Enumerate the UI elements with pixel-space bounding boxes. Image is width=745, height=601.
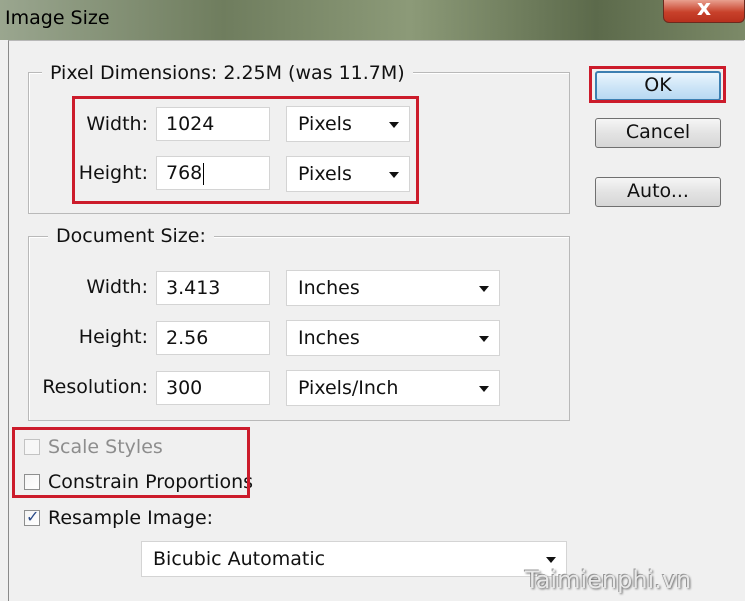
doc-height-label: Height: xyxy=(78,326,148,348)
resolution-unit-value: Pixels/Inch xyxy=(298,377,399,399)
title-bar: Image Size x xyxy=(0,0,745,40)
close-button[interactable]: x xyxy=(663,0,745,23)
close-icon: x xyxy=(696,0,712,21)
document-size-legend: Document Size: xyxy=(48,225,214,247)
options-highlight xyxy=(12,427,250,498)
pixel-dimensions-highlight xyxy=(72,96,419,204)
chevron-down-icon xyxy=(479,386,489,392)
resolution-input[interactable]: 300 xyxy=(156,371,270,405)
window-title: Image Size xyxy=(5,7,110,29)
resample-method-value: Bicubic Automatic xyxy=(153,548,326,570)
auto-button[interactable]: Auto... xyxy=(595,177,721,207)
doc-width-unit-value: Inches xyxy=(298,277,360,299)
resample-method-select[interactable]: Bicubic Automatic xyxy=(141,541,567,577)
resample-image-checkbox[interactable]: ✓ xyxy=(24,507,40,526)
resolution-unit-select[interactable]: Pixels/Inch xyxy=(286,370,500,406)
doc-height-unit-value: Inches xyxy=(298,327,360,349)
watermark-text: Taimienphi.vn xyxy=(525,566,692,594)
chevron-down-icon xyxy=(479,286,489,292)
cancel-button[interactable]: Cancel xyxy=(595,118,721,148)
doc-width-unit-select[interactable]: Inches xyxy=(286,270,500,306)
ok-button-highlight xyxy=(589,66,726,103)
checkmark-icon: ✓ xyxy=(26,507,40,526)
doc-height-input[interactable]: 2.56 xyxy=(156,321,270,355)
resample-image-label: Resample Image: xyxy=(48,507,214,529)
resolution-label: Resolution: xyxy=(42,376,148,398)
chevron-down-icon xyxy=(479,336,489,342)
pixel-dimensions-legend: Pixel Dimensions: 2.25M (was 11.7M) xyxy=(42,62,413,84)
chevron-down-icon xyxy=(546,557,556,563)
doc-height-unit-select[interactable]: Inches xyxy=(286,320,500,356)
image-size-dialog: Image Size x Pixel Dimensions: 2.25M (wa… xyxy=(0,0,745,601)
doc-width-label: Width: xyxy=(86,276,148,298)
doc-width-input[interactable]: 3.413 xyxy=(156,271,270,305)
